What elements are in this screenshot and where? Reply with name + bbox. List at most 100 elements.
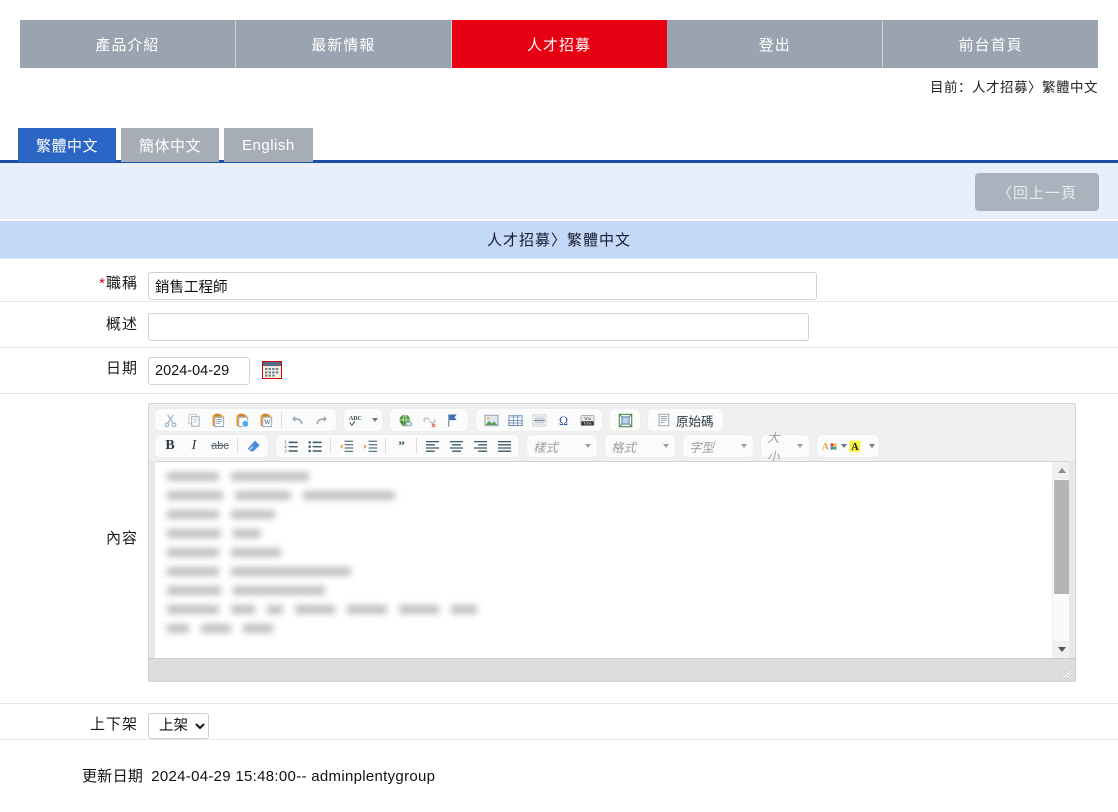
outdent-icon[interactable]	[335, 436, 357, 456]
size-combo-label: 大小	[767, 431, 780, 464]
content-line	[167, 510, 1040, 519]
align-justify-icon[interactable]	[493, 436, 515, 456]
remove-format-icon[interactable]	[242, 436, 264, 456]
content-line	[167, 472, 1040, 481]
link-icon[interactable]	[394, 410, 416, 430]
scroll-up-icon[interactable]	[1053, 462, 1069, 479]
field-status: 上架 下架	[148, 713, 1118, 739]
align-left-icon[interactable]	[421, 436, 443, 456]
top-navigation: 產品介紹 最新情報 人才招募 登出 前台首頁	[20, 20, 1098, 68]
content-line	[167, 491, 1040, 500]
youtube-icon[interactable]: You Tube	[576, 410, 598, 430]
bulleted-list-icon[interactable]	[304, 436, 326, 456]
redo-icon[interactable]	[310, 410, 332, 430]
svg-text:You: You	[584, 416, 592, 421]
blockquote-icon[interactable]: ”	[390, 436, 412, 456]
back-button[interactable]: 〈回上一頁	[975, 173, 1099, 211]
font-combo[interactable]: 字型	[682, 434, 754, 458]
styles-combo-label: 樣式	[533, 440, 559, 455]
tab-english[interactable]: English	[224, 128, 313, 162]
action-bar: 〈回上一頁	[0, 163, 1118, 220]
background-color-icon[interactable]: A	[849, 436, 875, 456]
text-color-icon[interactable]: A	[821, 436, 847, 456]
indent-icon[interactable]	[359, 436, 381, 456]
svg-text:3: 3	[284, 448, 287, 453]
nav-item-news[interactable]: 最新情報	[235, 20, 452, 68]
label-content: 內容	[105, 530, 138, 547]
svg-text:ABC: ABC	[349, 415, 363, 422]
align-right-icon[interactable]	[469, 436, 491, 456]
insert-group: Ω You Tube	[475, 408, 603, 432]
nav-item-products[interactable]: 產品介紹	[20, 20, 236, 68]
form-row-content: 內容 W ABC Ω You Tube 原始碼 B I abc 1 2 3 ” …	[0, 394, 1118, 704]
editor-toolbar-row-2: B I abc 123 ” 樣式 格式 字型 大小 A A	[151, 431, 1073, 464]
strikethrough-icon[interactable]: abc	[207, 436, 233, 456]
nav-item-frontend-home[interactable]: 前台首頁	[883, 20, 1098, 68]
scrollbar-thumb[interactable]	[1054, 480, 1069, 594]
table-icon[interactable]	[504, 410, 526, 430]
field-summary	[148, 313, 1118, 341]
job-title-input[interactable]	[148, 272, 817, 300]
content-line	[167, 567, 1040, 576]
paste-icon[interactable]	[207, 410, 229, 430]
bold-icon[interactable]: B	[159, 436, 181, 456]
tab-traditional-chinese[interactable]: 繁體中文	[18, 128, 117, 162]
chevron-down-icon	[741, 444, 747, 448]
align-center-icon[interactable]	[445, 436, 467, 456]
status-select[interactable]: 上架 下架	[148, 713, 209, 739]
italic-icon[interactable]: I	[183, 436, 205, 456]
breadcrumb: 目前：人才招募〉繁體中文	[930, 80, 1098, 95]
unlink-icon[interactable]	[418, 410, 440, 430]
styles-combo[interactable]: 樣式	[526, 434, 598, 458]
numbered-list-icon[interactable]: 123	[280, 436, 302, 456]
image-icon[interactable]	[480, 410, 502, 430]
label-status: 上下架	[89, 716, 138, 733]
size-combo[interactable]: 大小	[760, 431, 810, 464]
required-marker: *	[99, 275, 106, 292]
special-char-icon[interactable]: Ω	[552, 410, 574, 430]
spellcheck-icon[interactable]: ABC	[348, 410, 378, 430]
nav-item-logout[interactable]: 登出	[667, 20, 884, 68]
date-input[interactable]	[148, 357, 250, 385]
horizontal-rule-icon[interactable]	[528, 410, 550, 430]
paste-text-icon[interactable]	[231, 410, 253, 430]
spellcheck-group: ABC	[343, 408, 383, 432]
svg-text:W: W	[263, 418, 270, 426]
anchor-icon[interactable]	[442, 410, 464, 430]
chevron-down-icon	[663, 444, 669, 448]
page-title: 人才招募〉繁體中文	[0, 221, 1118, 259]
editor-content-area[interactable]	[155, 461, 1069, 658]
summary-input[interactable]	[148, 313, 809, 341]
editor-scrollbar[interactable]	[1052, 462, 1069, 658]
toolbar-separator	[416, 438, 417, 454]
svg-text:A: A	[851, 442, 859, 453]
maximize-icon[interactable]	[614, 410, 636, 430]
paste-word-icon[interactable]: W	[255, 410, 277, 430]
svg-text:”: ”	[398, 439, 405, 453]
copy-icon[interactable]	[183, 410, 205, 430]
editor-content[interactable]	[155, 462, 1052, 658]
source-icon	[658, 413, 670, 427]
scroll-down-icon[interactable]	[1053, 641, 1069, 658]
field-date	[148, 357, 1118, 385]
chevron-down-icon	[372, 418, 378, 422]
tab-simplified-chinese[interactable]: 簡体中文	[121, 128, 220, 162]
nav-item-recruitment[interactable]: 人才招募	[451, 20, 668, 68]
updated-label: 更新日期	[82, 768, 144, 785]
calendar-icon[interactable]	[262, 361, 282, 379]
toolbar-separator	[281, 412, 282, 428]
format-combo[interactable]: 格式	[604, 434, 676, 458]
label-summary: 概述	[105, 316, 138, 333]
source-button[interactable]: 原始碼	[651, 410, 720, 430]
content-line	[167, 529, 1040, 538]
undo-icon[interactable]	[286, 410, 308, 430]
content-form: *職稱 概述 日期	[0, 259, 1118, 740]
content-line	[167, 624, 1040, 633]
svg-text:A: A	[822, 441, 830, 452]
form-row-summary: 概述	[0, 302, 1118, 348]
cut-icon[interactable]	[159, 410, 181, 430]
source-button-label: 原始碼	[676, 414, 714, 429]
resize-handle-icon[interactable]	[1059, 666, 1073, 680]
font-combo-label: 字型	[689, 440, 715, 455]
source-group: 原始碼	[647, 408, 724, 432]
